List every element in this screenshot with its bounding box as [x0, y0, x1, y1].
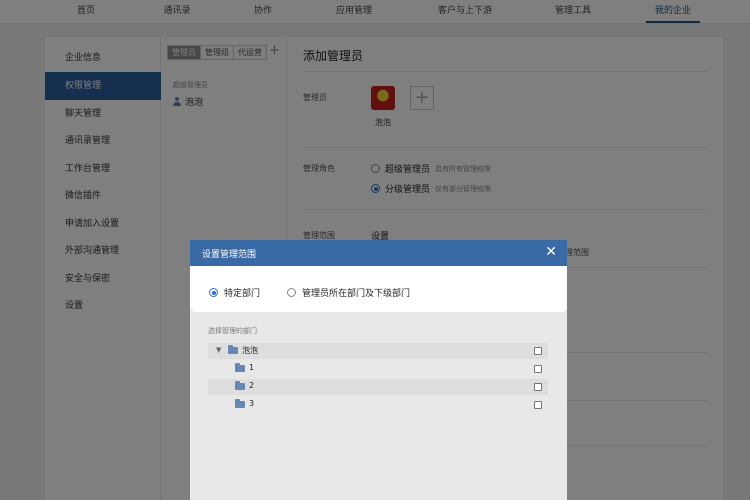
option-specific-departments[interactable]: 特定部门 [209, 286, 260, 299]
tree-row-label: 3 [249, 399, 255, 408]
tree-row-child[interactable]: 1 [208, 361, 548, 377]
tree-row-child[interactable]: 3 [208, 397, 548, 413]
option-own-label: 管理员所在部门及下级部门 [302, 289, 411, 299]
department-section-label: 选择管理的部门 [208, 327, 257, 335]
folder-icon [235, 399, 245, 408]
tree-row-label: 2 [249, 381, 255, 390]
tree-row-label: 泡泡 [242, 346, 258, 355]
tree-row-child[interactable]: 2 [208, 379, 548, 395]
checkbox[interactable] [534, 401, 542, 409]
dialog-title: 设置管理范围 [202, 250, 257, 260]
scope-dialog: 设置管理范围 ✕ 特定部门 管理员所在部门及下级部门 选择管理的部门 ▼ 泡泡 … [190, 240, 567, 500]
checkbox[interactable] [534, 347, 542, 355]
checkbox[interactable] [534, 383, 542, 391]
folder-icon [235, 363, 245, 372]
option-specific-label: 特定部门 [224, 289, 261, 299]
radio-specific[interactable] [209, 288, 218, 297]
scope-options: 特定部门 管理员所在部门及下级部门 [190, 266, 567, 312]
radio-own[interactable] [287, 288, 296, 297]
close-icon[interactable]: ✕ [545, 243, 557, 261]
folder-icon [235, 381, 245, 390]
checkbox[interactable] [534, 365, 542, 373]
tree-row-label: 1 [249, 363, 255, 372]
tree-row-root[interactable]: ▼ 泡泡 [208, 343, 548, 359]
dialog-header: 设置管理范围 ✕ [190, 240, 567, 266]
folder-icon [228, 345, 238, 354]
expand-arrow-icon[interactable]: ▼ [216, 346, 221, 354]
option-own-departments[interactable]: 管理员所在部门及下级部门 [287, 286, 410, 299]
